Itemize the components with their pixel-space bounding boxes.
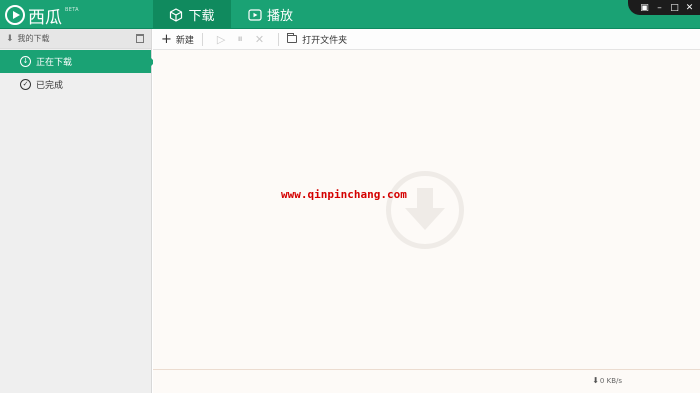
new-task-button[interactable]: + 新建 (161, 33, 194, 46)
trash-icon[interactable] (136, 34, 144, 43)
toolbar-divider (278, 32, 280, 46)
empty-download-arrow-icon (417, 188, 433, 210)
folder-icon (287, 33, 298, 43)
open-folder-label: 打开文件夹 (302, 35, 348, 46)
maximize-button[interactable]: □ (668, 2, 681, 14)
check-circle-icon: ✓ (20, 79, 31, 90)
open-folder-button[interactable]: 打开文件夹 (287, 33, 347, 46)
close-button[interactable]: ✕ (683, 2, 696, 14)
xigua-logo-icon (5, 5, 25, 25)
pause-icon[interactable]: ⏸ (237, 32, 243, 46)
toolbar-divider (201, 32, 203, 46)
download-speed: ⬇ 0 KB/s (592, 376, 622, 385)
tab-download[interactable]: 下载 (153, 0, 231, 29)
beta-badge: BETA (65, 6, 79, 13)
sidebar-header: ⬇ 我的下载 (0, 29, 151, 49)
empty-download-arrowhead-icon (405, 208, 445, 230)
download-circle-icon: ↓ (20, 56, 31, 67)
download-list-area: www.qinpinchang.com (153, 50, 700, 369)
toolbar: + 新建 ▷ ⏸ ✕ 打开文件夹 (153, 29, 700, 50)
sidebar-item-label: 已完成 (36, 81, 64, 91)
tab-play[interactable]: 播放 (240, 0, 320, 29)
status-bar: ⬇ 0 KB/s (153, 369, 700, 393)
play-screen-icon (248, 8, 262, 22)
download-speed-value: 0 KB/s (599, 376, 622, 385)
tab-play-label: 播放 (267, 9, 294, 24)
speed-arrow-icon: ⬇ (592, 376, 599, 385)
tab-download-label: 下载 (188, 9, 215, 24)
minimize-button[interactable]: – (653, 2, 666, 14)
sidebar-item-downloading[interactable]: ↓ 正在下载 (0, 50, 155, 73)
sidebar: ⬇ 我的下载 ↓ 正在下载 ✓ 已完成 (0, 29, 155, 393)
sidebar-item-completed[interactable]: ✓ 已完成 (0, 73, 151, 96)
sidebar-item-label: 正在下载 (36, 58, 73, 68)
start-icon[interactable]: ▷ (217, 33, 225, 46)
app-logo: 西瓜 BETA (5, 4, 79, 28)
arrow-down-icon: ⬇ (6, 33, 14, 44)
delete-icon[interactable]: ✕ (255, 33, 264, 46)
title-bar: 西瓜 BETA 下载 播放 ▣ – □ ✕ (0, 0, 700, 29)
window-controls: ▣ – □ ✕ (628, 0, 700, 15)
sidebar-header-label: 我的下载 (17, 34, 50, 43)
watermark-text: www.qinpinchang.com (281, 188, 407, 201)
new-task-label: 新建 (175, 35, 194, 46)
app-name: 西瓜 (28, 7, 62, 28)
menu-button[interactable]: ▣ (638, 2, 651, 14)
box-icon (169, 7, 183, 22)
plus-icon: + (161, 31, 172, 47)
